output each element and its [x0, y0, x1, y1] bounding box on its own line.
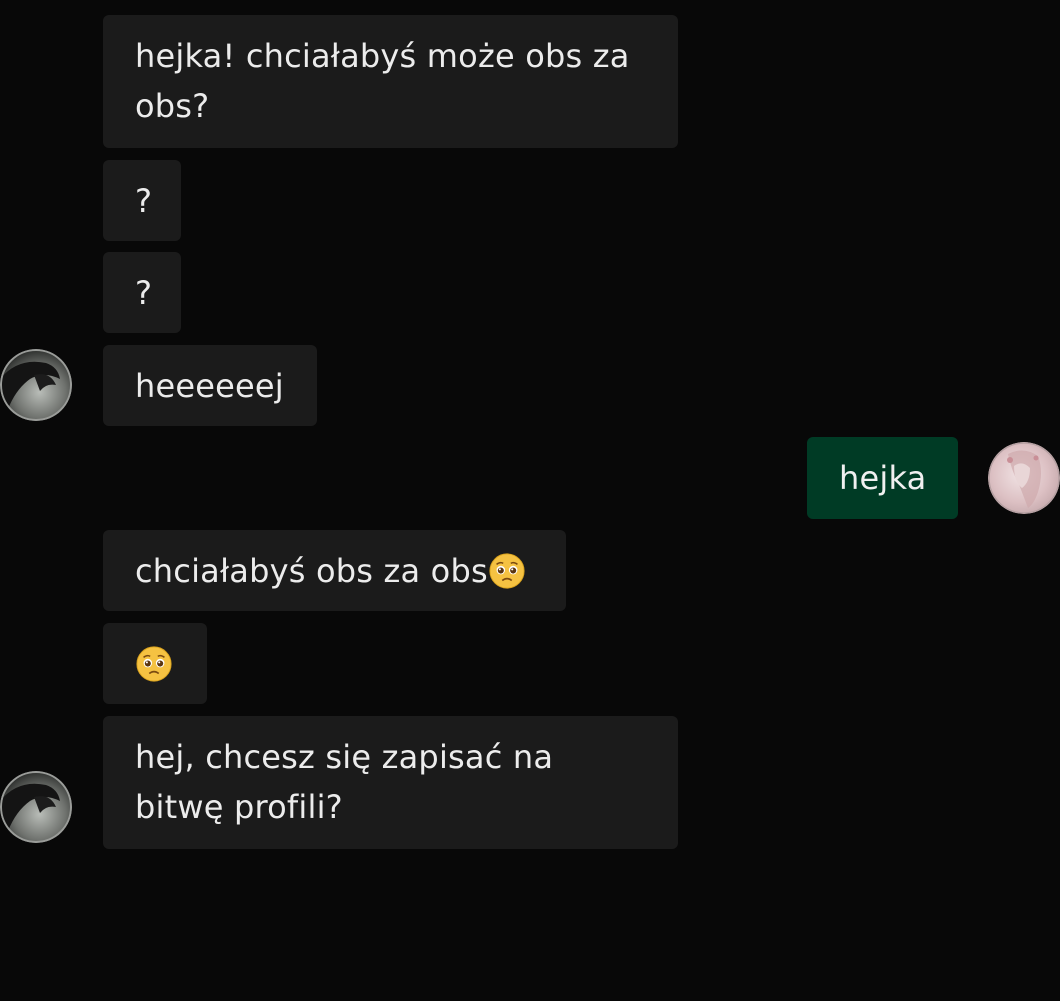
message-bubble-incoming[interactable]: hej, chcesz się zapisać na bitwę profili…	[103, 716, 678, 849]
message-bubble-incoming[interactable]: ?	[103, 252, 181, 333]
avatar-image	[0, 771, 72, 843]
message-text: hejka	[839, 459, 927, 497]
avatar-image	[988, 442, 1060, 514]
message-bubble-incoming[interactable]	[103, 623, 207, 704]
avatar[interactable]	[0, 349, 72, 421]
pleading-face-emoji-icon	[489, 552, 525, 589]
avatar-image	[0, 349, 72, 421]
message-text: ?	[135, 273, 153, 312]
message-bubble-outgoing[interactable]: hejka	[807, 437, 958, 519]
pleading-face-emoji-icon	[136, 645, 172, 682]
message-text: heeeeeej	[135, 366, 284, 405]
message-text: ?	[135, 181, 153, 220]
message-text: chciałabyś obs za obs	[135, 551, 488, 590]
message-bubble-incoming[interactable]: heeeeeej	[103, 345, 317, 426]
message-text: hejka! chciałabyś może obs za obs?	[135, 37, 630, 125]
message-bubble-incoming[interactable]: chciałabyś obs za obs	[103, 530, 566, 611]
avatar[interactable]	[0, 771, 72, 843]
avatar[interactable]	[988, 442, 1060, 514]
message-bubble-incoming[interactable]: hejka! chciałabyś może obs za obs?	[103, 15, 678, 148]
message-text: hej, chcesz się zapisać na bitwę profili…	[135, 738, 554, 826]
message-bubble-incoming[interactable]: ?	[103, 160, 181, 241]
